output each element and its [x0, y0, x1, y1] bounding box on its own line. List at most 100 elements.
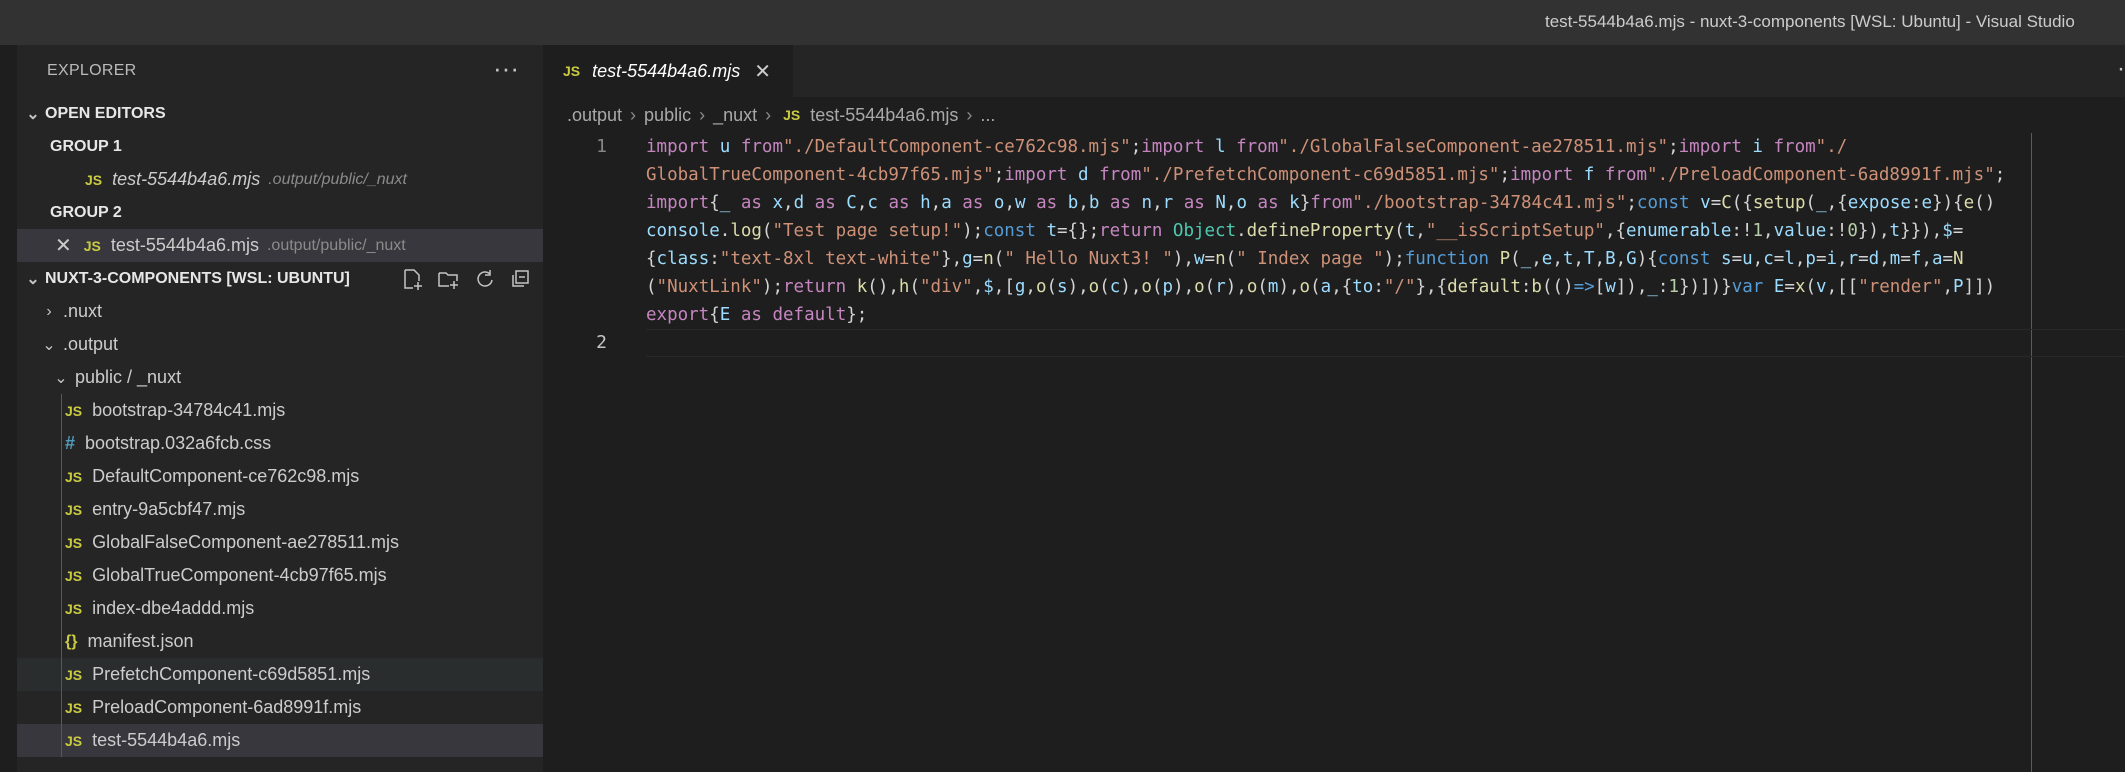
css-file-icon: # — [65, 433, 76, 453]
folder-label: public / _nuxt — [75, 367, 182, 387]
code-line: ("NuxtLink");return k(),h("div",$,[g,o(s… — [646, 277, 1996, 297]
open-editors-label: OPEN EDITORS — [45, 104, 166, 122]
js-file-icon: JS — [83, 237, 101, 254]
explorer-sidebar: EXPLORER ··· ⌄ OPEN EDITORS GROUP 1 JS t… — [17, 45, 543, 772]
chevron-down-icon: ⌄ — [26, 270, 40, 288]
folder-output[interactable]: ⌄ .output — [17, 328, 543, 361]
open-editors-section[interactable]: ⌄ OPEN EDITORS — [17, 97, 543, 130]
file-label: manifest.json — [87, 631, 194, 651]
code-line: import{_ as x,d as C,c as h,a as o,w as … — [646, 193, 1996, 213]
js-file-icon: JS — [563, 63, 581, 79]
file-item[interactable]: # bootstrap.032a6fcb.css — [17, 427, 543, 460]
js-file-icon: JS — [85, 171, 103, 188]
folder-nuxt[interactable]: › .nuxt — [17, 295, 543, 328]
window-title: test-5544b4a6.mjs - nuxt-3-components [W… — [1545, 12, 2075, 31]
code-content[interactable]: import u from"./DefaultComponent-ce762c9… — [646, 133, 2125, 325]
tree-indent-guide — [61, 691, 62, 724]
tree-indent-guide — [61, 526, 62, 559]
js-file-icon: JS — [783, 107, 801, 123]
collapse-all-icon[interactable] — [507, 266, 533, 292]
file-label: bootstrap.032a6fcb.css — [85, 433, 272, 453]
refresh-icon[interactable] — [471, 266, 497, 292]
breadcrumb-item[interactable]: _nuxt — [713, 105, 757, 126]
line-number: 1 — [596, 136, 607, 157]
code-line: import u from"./DefaultComponent-ce762c9… — [646, 137, 1848, 157]
folder-label: .nuxt — [63, 301, 103, 321]
file-item[interactable]: JS DefaultComponent-ce762c98.mjs — [17, 460, 543, 493]
tree-indent-guide — [61, 460, 62, 493]
tree-indent-guide — [61, 394, 62, 427]
tree-indent-guide — [61, 625, 62, 658]
open-editor-item-group1[interactable]: JS test-5544b4a6.mjs .output/public/_nux… — [17, 163, 543, 196]
open-editor-item-group2[interactable]: ✕ JS test-5544b4a6.mjs .output/public/_n… — [17, 229, 543, 262]
js-file-icon: JS — [65, 600, 83, 617]
current-line-highlight — [646, 329, 2125, 357]
tree-indent-guide — [61, 592, 62, 625]
file-label: index-dbe4addd.mjs — [92, 598, 255, 618]
code-line: GlobalTrueComponent-4cb97f65.mjs";import… — [646, 165, 2006, 185]
open-editor-filename: test-5544b4a6.mjs — [112, 169, 261, 189]
more-actions-icon[interactable]: ··· — [493, 53, 519, 84]
tab-label: test-5544b4a6.mjs — [592, 60, 741, 81]
file-label: PrefetchComponent-c69d5851.mjs — [92, 664, 371, 684]
json-file-icon: {} — [65, 632, 78, 650]
file-label: entry-9a5cbf47.mjs — [92, 499, 246, 519]
workspace-actions — [399, 266, 533, 292]
file-item[interactable]: JS GlobalFalseComponent-ae278511.mjs — [17, 526, 543, 559]
file-item[interactable]: JS index-dbe4addd.mjs — [17, 592, 543, 625]
close-icon[interactable]: ✕ — [55, 233, 72, 258]
chevron-down-icon: ⌄ — [26, 105, 40, 123]
folder-label: .output — [63, 334, 119, 354]
chevron-right-icon: › — [46, 302, 52, 320]
code-editor[interactable]: 1 2 import u from"./DefaultComponent-ce7… — [543, 133, 2125, 772]
js-file-icon: JS — [65, 468, 83, 485]
js-file-icon: JS — [65, 666, 83, 683]
new-file-icon[interactable] — [399, 266, 425, 292]
editor-tab-bar: JS test-5544b4a6.mjs ✕ · — [543, 45, 2125, 97]
file-label: test-5544b4a6.mjs — [92, 730, 241, 750]
chevron-down-icon: ⌄ — [42, 336, 56, 354]
open-editor-filename: test-5544b4a6.mjs — [110, 235, 259, 255]
group1-header[interactable]: GROUP 1 — [17, 130, 543, 163]
chevron-down-icon: ⌄ — [54, 369, 68, 387]
file-label: GlobalFalseComponent-ae278511.mjs — [92, 532, 399, 552]
tree-indent-guide — [61, 427, 62, 460]
js-file-icon: JS — [65, 699, 83, 716]
js-file-icon: JS — [65, 567, 83, 584]
group2-label: GROUP 2 — [50, 203, 122, 221]
more-actions-icon[interactable]: · — [2117, 55, 2125, 83]
file-item[interactable]: JS entry-9a5cbf47.mjs — [17, 493, 543, 526]
breadcrumb-file[interactable]: test-5544b4a6.mjs — [810, 105, 958, 126]
breadcrumb: .output › public › _nuxt › JS test-5544b… — [543, 97, 2125, 133]
close-icon[interactable]: ✕ — [754, 59, 771, 84]
js-file-icon: JS — [65, 732, 83, 749]
tab-test-file[interactable]: JS test-5544b4a6.mjs ✕ — [543, 45, 793, 97]
new-folder-icon[interactable] — [435, 266, 461, 292]
tree-indent-guide — [61, 724, 62, 757]
code-line: {class:"text-8xl text-white"},g=n(" Hell… — [646, 249, 1964, 269]
file-label: DefaultComponent-ce762c98.mjs — [92, 466, 360, 486]
tree-indent-guide — [61, 658, 62, 691]
file-item[interactable]: {} manifest.json — [17, 625, 543, 658]
title-bar: test-5544b4a6.mjs - nuxt-3-components [W… — [0, 0, 2125, 45]
code-line: console.log("Test page setup!");const t=… — [646, 221, 1964, 241]
js-file-icon: JS — [65, 501, 83, 518]
open-editor-path: .output/public/_nuxt — [266, 236, 406, 254]
breadcrumb-symbols[interactable]: ... — [980, 105, 995, 126]
chevron-right-icon: › — [699, 104, 706, 125]
file-item[interactable]: JS bootstrap-34784c41.mjs — [17, 394, 543, 427]
workspace-section[interactable]: ⌄ NUXT-3-COMPONENTS [WSL: UBUNTU] — [17, 262, 543, 295]
js-file-icon: JS — [65, 534, 83, 551]
tree-indent-guide — [61, 493, 62, 526]
file-item[interactable]: JS PrefetchComponent-c69d5851.mjs — [17, 658, 543, 691]
breadcrumb-item[interactable]: .output — [567, 105, 622, 126]
explorer-title: EXPLORER — [47, 62, 137, 79]
folder-public-nuxt[interactable]: ⌄ public / _nuxt — [17, 361, 543, 394]
file-item[interactable]: JS PreloadComponent-6ad8991f.mjs — [17, 691, 543, 724]
file-item[interactable]: JS test-5544b4a6.mjs — [17, 724, 543, 757]
tree-indent-guide — [61, 559, 62, 592]
group2-header[interactable]: GROUP 2 — [17, 196, 543, 229]
js-file-icon: JS — [65, 402, 83, 419]
breadcrumb-item[interactable]: public — [644, 105, 691, 126]
file-item[interactable]: JS GlobalTrueComponent-4cb97f65.mjs — [17, 559, 543, 592]
